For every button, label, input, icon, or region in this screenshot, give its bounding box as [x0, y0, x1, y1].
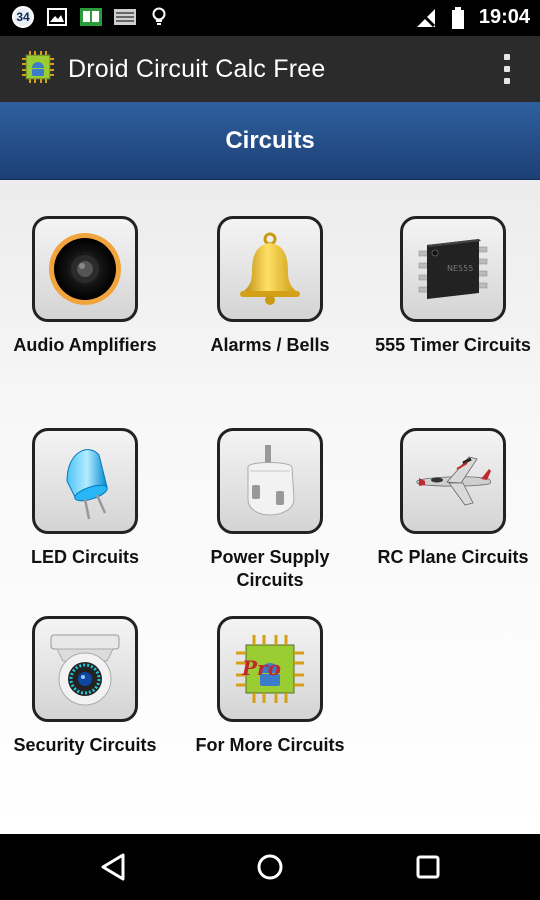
circuit-tile-rc-plane[interactable]: RC Plane Circuits	[361, 428, 540, 569]
speaker-icon	[49, 233, 121, 305]
power-supply-button[interactable]	[217, 428, 323, 534]
circuit-label: RC Plane Circuits	[377, 547, 529, 567]
book-icon	[80, 6, 102, 28]
bell-icon	[240, 232, 300, 305]
clock: 19:04	[478, 6, 530, 28]
circuit-tile-audio-amplifiers[interactable]: Audio Amplifiers	[0, 216, 177, 357]
image-icon	[46, 6, 68, 28]
circuit-label: Security Circuits	[13, 735, 157, 755]
airplane-icon	[416, 456, 491, 506]
status-bar: 34 19:04	[0, 0, 540, 36]
keyboard-icon	[114, 6, 136, 28]
circuits-grid: Audio Amplifiers Alarms / Bells NE555 55…	[0, 180, 540, 834]
circuit-tile-led[interactable]: LED Circuits	[0, 428, 177, 569]
led-icon	[66, 449, 108, 520]
circuit-tile-security[interactable]: Security Circuits	[0, 616, 177, 757]
svg-text:NE555: NE555	[447, 264, 473, 273]
for-more-circuits-button[interactable]: Pro	[217, 616, 323, 722]
battery-icon	[447, 6, 469, 29]
circuit-tile-power-supply[interactable]: Power Supply Circuits	[178, 428, 362, 592]
ic-chip-icon: NE555	[418, 239, 488, 299]
pro-chip-icon: Pro	[236, 635, 304, 703]
rc-plane-button[interactable]	[400, 428, 506, 534]
led-circuits-button[interactable]	[32, 428, 138, 534]
svg-text:Pro: Pro	[241, 656, 281, 680]
555-timer-button[interactable]: NE555	[400, 216, 506, 322]
plug-icon	[247, 445, 295, 516]
recents-icon[interactable]	[411, 850, 445, 884]
page-title: Circuits	[225, 126, 315, 154]
action-bar: Droid Circuit Calc Free	[0, 36, 540, 102]
app-title: Droid Circuit Calc Free	[68, 55, 326, 83]
circuit-label: Audio Amplifiers	[13, 335, 157, 355]
circuit-tile-alarms-bells[interactable]: Alarms / Bells	[178, 216, 362, 357]
home-icon[interactable]	[253, 850, 287, 884]
camera-icon	[50, 634, 120, 706]
security-circuits-button[interactable]	[32, 616, 138, 722]
audio-amplifiers-button[interactable]	[32, 216, 138, 322]
bulb-icon	[148, 6, 170, 28]
circuit-label: LED Circuits	[30, 547, 140, 567]
signal-off-icon	[415, 7, 437, 29]
circuit-label: For More Circuits	[195, 735, 345, 755]
back-icon[interactable]	[96, 850, 130, 884]
circuit-tile-555-timer[interactable]: NE555 555 Timer Circuits	[361, 216, 540, 357]
circuit-label: Power Supply Circuits	[210, 547, 330, 590]
overflow-menu-icon[interactable]	[502, 54, 512, 84]
chip-android-icon[interactable]	[20, 49, 56, 85]
circuit-label: 555 Timer Circuits	[375, 335, 531, 355]
circuit-tile-more[interactable]: Pro For More Circuits	[178, 616, 362, 757]
section-header: Circuits	[0, 102, 540, 180]
alarms-bells-button[interactable]	[217, 216, 323, 322]
circuit-label: Alarms / Bells	[210, 335, 330, 355]
navigation-bar	[0, 834, 540, 900]
notification-badge: 34	[12, 6, 34, 28]
